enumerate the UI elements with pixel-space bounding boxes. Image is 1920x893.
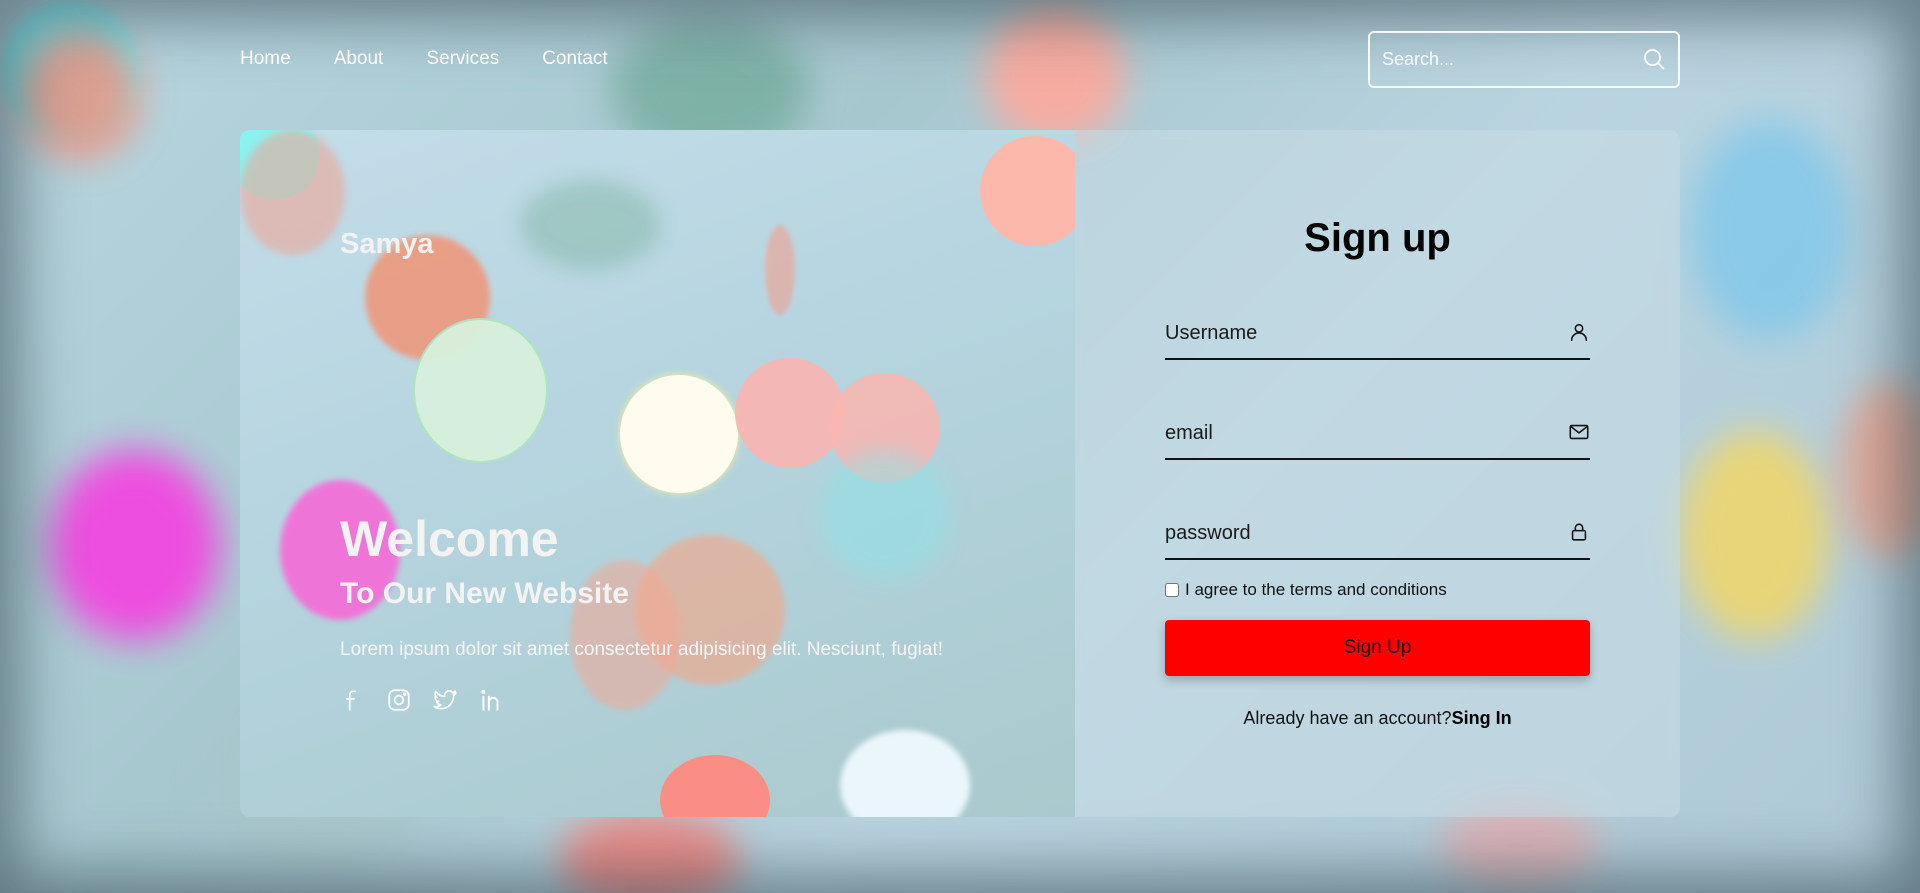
- password-field: [1165, 508, 1590, 560]
- email-input[interactable]: [1165, 408, 1545, 458]
- email-field: [1165, 408, 1590, 460]
- nav-link-home[interactable]: Home: [240, 48, 291, 70]
- user-icon: [1568, 321, 1590, 348]
- form-title: Sign up: [1304, 216, 1451, 260]
- twitter-icon[interactable]: [432, 687, 458, 713]
- nav-link-services[interactable]: Services: [426, 48, 499, 70]
- username-input[interactable]: [1165, 308, 1545, 358]
- hero-panel: Samya Welcome To Our New Website Lorem i…: [240, 130, 1075, 817]
- signin-link[interactable]: Sing In: [1452, 708, 1512, 728]
- facebook-icon[interactable]: [340, 687, 366, 713]
- envelope-icon: [1568, 421, 1590, 448]
- terms-checkbox[interactable]: [1165, 583, 1179, 597]
- main-nav: Home About Services Contact: [240, 48, 608, 70]
- nav-link-about[interactable]: About: [334, 48, 384, 70]
- welcome-heading: Welcome: [340, 511, 559, 567]
- signup-card: Samya Welcome To Our New Website Lorem i…: [240, 130, 1680, 817]
- signin-prompt: Already have an account?Sing In: [1075, 708, 1680, 729]
- search-icon[interactable]: [1642, 47, 1666, 76]
- linkedin-icon[interactable]: [478, 687, 504, 713]
- terms-label: I agree to the terms and conditions: [1185, 580, 1447, 599]
- username-field: [1165, 308, 1590, 360]
- brand-logo[interactable]: Samya: [340, 228, 434, 261]
- welcome-subtitle: To Our New Website: [340, 577, 629, 610]
- lock-icon: [1568, 521, 1590, 548]
- already-text: Already have an account?: [1243, 708, 1452, 728]
- search-input[interactable]: [1382, 33, 1642, 86]
- nav-link-contact[interactable]: Contact: [542, 48, 607, 70]
- signup-button[interactable]: Sign Up: [1165, 620, 1590, 676]
- search-box: [1368, 31, 1680, 88]
- hero-text: Lorem ipsum dolor sit amet consectetur a…: [340, 639, 943, 660]
- password-input[interactable]: [1165, 508, 1545, 558]
- social-links: [340, 687, 504, 713]
- terms-agreement[interactable]: I agree to the terms and conditions: [1165, 580, 1447, 600]
- instagram-icon[interactable]: [386, 687, 412, 713]
- signup-form-panel: Sign up Username email I agree to the te…: [1075, 130, 1680, 817]
